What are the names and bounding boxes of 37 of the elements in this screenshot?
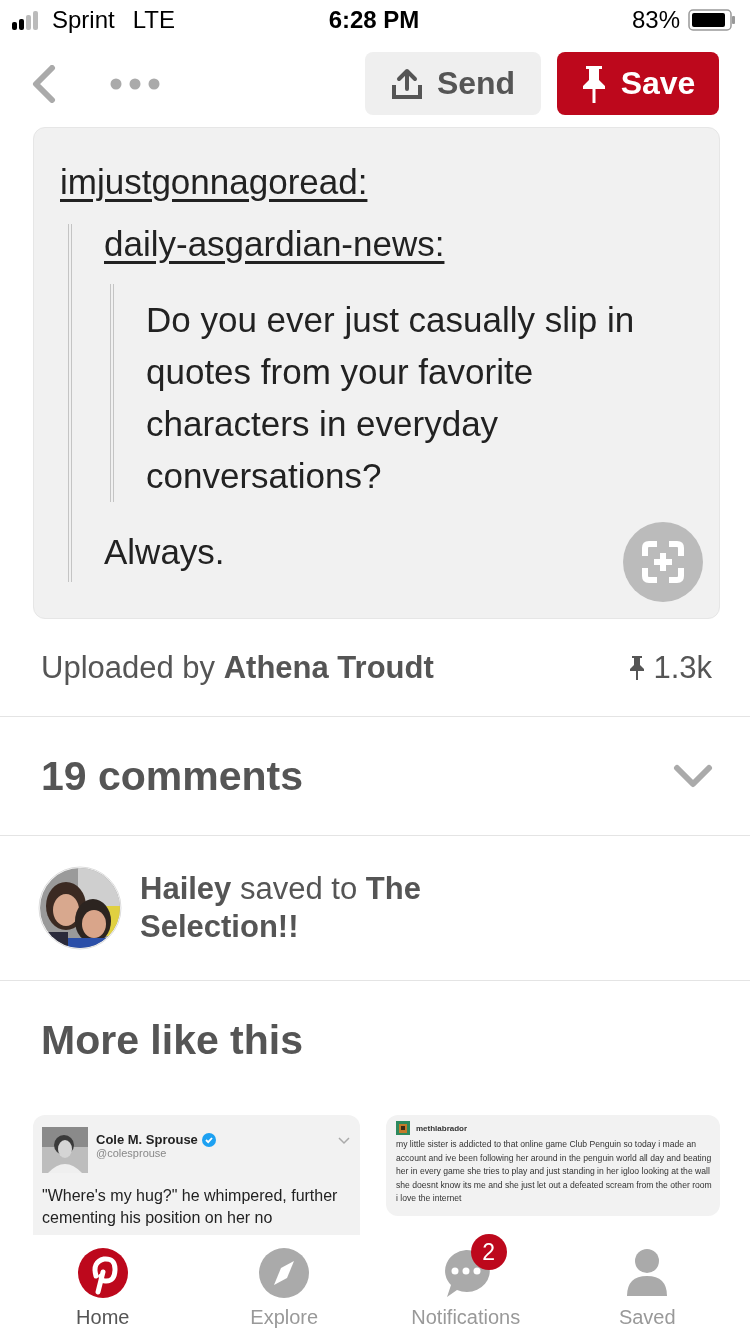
upload-icon xyxy=(390,67,423,100)
tweet-author: Cole M. Sprouse xyxy=(96,1132,198,1147)
send-button[interactable]: Send xyxy=(365,52,541,115)
tweet-text: "Where's my hug?" he whimpered, further cementing his position on her no xyxy=(42,1186,339,1228)
notification-badge: 2 xyxy=(470,1234,507,1270)
chevron-icon[interactable] xyxy=(338,1137,350,1145)
network-type: LTE xyxy=(132,6,175,34)
save-button[interactable]: Save xyxy=(557,52,719,115)
back-icon[interactable] xyxy=(30,64,56,103)
blog-name: methlabrador xyxy=(416,1123,468,1133)
pin-icon xyxy=(629,654,646,681)
post-text: my little sister is addicted to that online game Club Penguin so today i made an account and ive been following her around in the penguin world all day and beating her in every game she tries to play and just standing in her igloo looking at the wall she doesnt know its me and she just let out a defeated scream from the other room i love the internet xyxy=(396,1138,712,1205)
tweet-card[interactable]: Cole M. Sprouse @colesprouse "Where's my hug?" he whimpered, further cementing his position on her no xyxy=(33,1115,360,1235)
more-icon[interactable] xyxy=(110,77,160,90)
pin-image[interactable]: imjustgonnagoread: daily-asgardian-news: Do you ever just casually slip in quotes from your favorite characters in everyday conversations? Always. xyxy=(33,127,720,619)
tumblr-username: daily-asgardian-news: xyxy=(104,224,445,263)
compass-icon xyxy=(259,1248,310,1298)
tab[interactable]: 2 Notifications xyxy=(390,1236,541,1334)
tumblr-username: imjustgonnagoread: xyxy=(60,162,368,201)
comments-toggle[interactable]: 19 comments xyxy=(0,717,750,835)
blog-avatar-icon xyxy=(396,1121,410,1135)
reply-text: Always. xyxy=(104,532,225,573)
carrier-name: Sprint xyxy=(52,6,115,34)
uploader-text: Uploaded by Athena Troudt xyxy=(41,649,434,686)
tab[interactable]: Home xyxy=(27,1236,178,1334)
pin-icon xyxy=(580,63,607,104)
activity-text: Hailey saved to The Selection!! xyxy=(140,870,422,946)
post-card[interactable] xyxy=(386,1115,720,1216)
battery-percent: 83% xyxy=(631,6,680,34)
status-time: 6:28 PM xyxy=(328,6,420,34)
save-count: 1.3k xyxy=(653,649,712,686)
tweet-handle: @colesprouse xyxy=(96,1147,168,1159)
visual-search-icon[interactable] xyxy=(623,522,703,602)
battery-icon xyxy=(688,9,736,31)
pinterest-logo-icon xyxy=(77,1248,128,1298)
section-title: More like this xyxy=(40,1015,304,1065)
quote-text: Do you ever just casually slip in quotes from your favorite characters in everyday conversations? xyxy=(146,299,636,497)
